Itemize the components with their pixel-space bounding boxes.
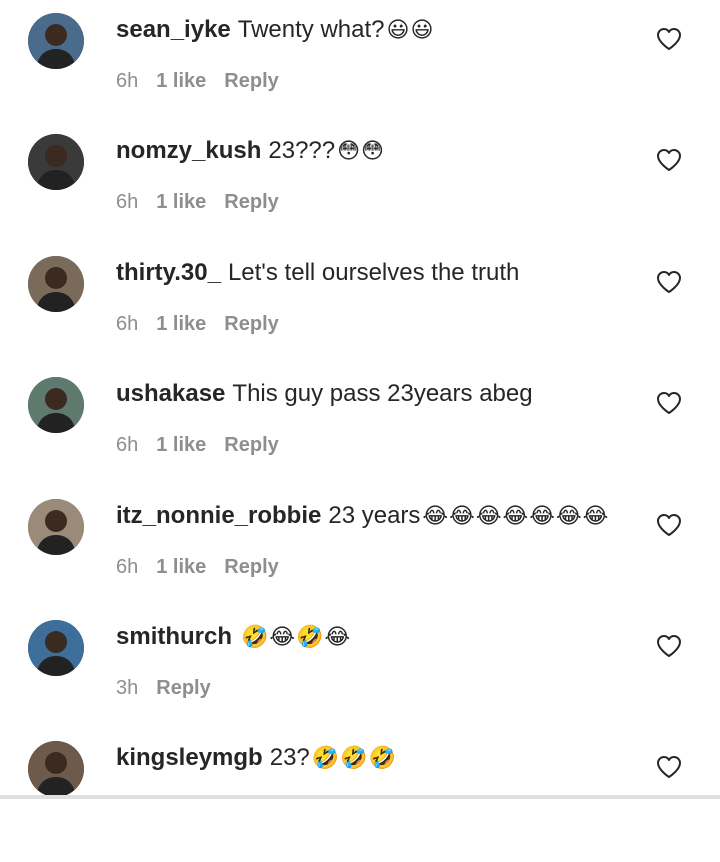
comment-text-line: smithurch 🤣😂🤣😂 [116,622,351,653]
comment-emojis: 🤣😂🤣😂 [241,625,352,650]
avatar-silhouette-icon [28,13,84,69]
comment-item: nomzy_kush 23???😳😳 6h 1 like Reply [0,134,720,255]
comment-meta: 6h 1 like Reply [116,68,297,94]
heart-icon[interactable] [656,148,682,172]
comment-body: 23? [269,744,310,771]
comment-body: This guy pass 23years abeg [232,380,533,407]
avatar-silhouette-icon [28,256,84,312]
comment-username[interactable]: kingsleymgb [116,744,263,771]
avatar-silhouette-icon [28,741,84,797]
comment-likes[interactable]: 1 like [156,70,206,92]
comment-text-line: nomzy_kush 23???😳😳 [116,136,385,167]
comment-username[interactable]: itz_nonnie_robbie [116,502,321,529]
reply-button[interactable]: Reply [224,70,278,92]
comment-username[interactable]: smithurch [116,623,232,650]
avatar[interactable] [28,13,84,69]
heart-icon[interactable] [656,270,682,294]
avatar[interactable] [28,741,84,797]
comment-username[interactable]: ushakase [116,380,225,407]
comment-item: sean_iyke Twenty what?😃😃 6h 1 like Reply [0,13,720,134]
avatar[interactable] [28,256,84,312]
comment-likes[interactable]: 1 like [156,313,206,335]
heart-icon[interactable] [656,634,682,658]
comment-body: Twenty what? [237,16,385,43]
comment-text-line: sean_iyke Twenty what?😃😃 [116,15,434,46]
comment-time: 6h [116,70,139,92]
comment-text-line: thirty.30_ Let's tell ourselves the truth [116,258,521,289]
comment-emojis: 😃😃 [386,18,435,43]
comment-emojis: 😂😂😂😂😂😂😂 [422,504,610,529]
avatar[interactable] [28,499,84,555]
comment-item: smithurch 🤣😂🤣😂 3h Reply [0,620,720,741]
comment-username[interactable]: sean_iyke [116,16,231,43]
avatar-silhouette-icon [28,620,84,676]
heart-icon[interactable] [656,391,682,415]
avatar[interactable] [28,377,84,433]
comment-time: 3h [116,677,139,699]
comment-meta: 6h 1 like Reply [116,432,297,458]
comment-text-line: kingsleymgb 23?🤣🤣🤣 [116,743,397,774]
comment-emojis: 😳😳 [337,139,385,164]
comment-meta: 3h Reply [116,675,229,701]
avatar[interactable] [28,620,84,676]
comment-time: 6h [116,556,139,578]
comment-text-line: ushakase This guy pass 23years abeg [116,379,535,410]
comment-meta: 6h 1 like Reply [116,554,297,580]
comment-meta: 6h 1 like Reply [116,311,297,337]
comment-item: itz_nonnie_robbie 23 years😂😂😂😂😂😂😂 6h 1 lik… [0,499,720,620]
avatar-silhouette-icon [28,134,84,190]
comment-likes[interactable]: 1 like [156,191,206,213]
comment-body: 23 years [328,502,421,529]
comment-time: 6h [116,434,139,456]
heart-icon[interactable] [656,27,682,51]
divider [0,795,720,799]
comment-item: ushakase This guy pass 23years abeg 6h 1 l… [0,377,720,498]
reply-button[interactable]: Reply [224,191,278,213]
comment-likes[interactable]: 1 like [156,556,206,578]
avatar-silhouette-icon [28,499,84,555]
avatar[interactable] [28,134,84,190]
reply-button[interactable]: Reply [224,556,278,578]
reply-button[interactable]: Reply [224,313,278,335]
comment-username[interactable]: thirty.30_ [116,259,221,286]
comment-time: 6h [116,313,139,335]
heart-icon[interactable] [656,513,682,537]
comment-username[interactable]: nomzy_kush [116,137,261,164]
avatar-silhouette-icon [28,377,84,433]
comment-body: 23??? [268,137,336,164]
reply-button[interactable]: Reply [156,677,210,699]
heart-icon[interactable] [656,755,682,779]
reply-button[interactable]: Reply [224,434,278,456]
comment-body: Let's tell ourselves the truth [227,259,520,286]
comment-item: kingsleymgb 23?🤣🤣🤣 [0,741,720,862]
comment-text-line: itz_nonnie_robbie 23 years😂😂😂😂😂😂😂 [116,501,609,532]
comment-time: 6h [116,191,139,213]
comment-item: thirty.30_ Let's tell ourselves the truth… [0,256,720,377]
comment-likes[interactable]: 1 like [156,434,206,456]
comment-emojis: 🤣🤣🤣 [311,746,397,771]
comment-meta: 6h 1 like Reply [116,189,297,215]
